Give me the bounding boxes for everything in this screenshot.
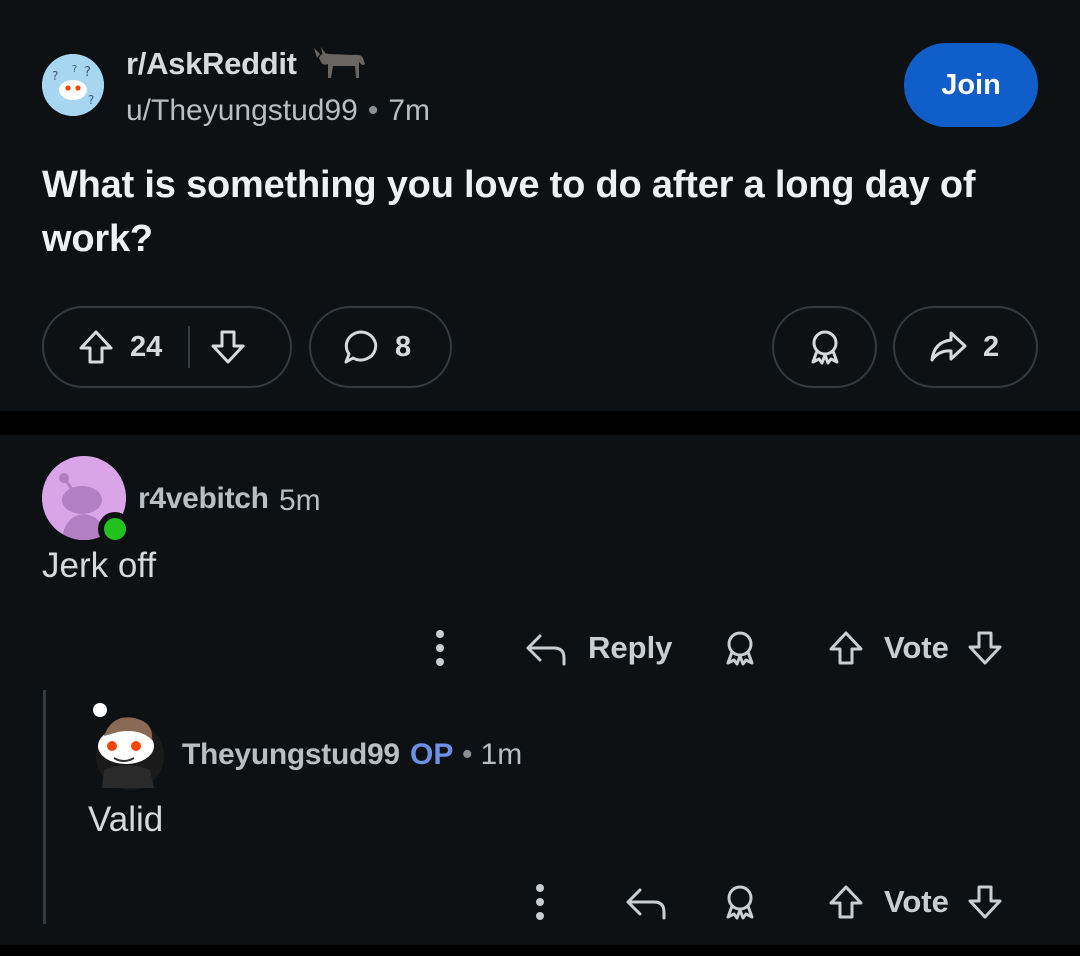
donkey-flair-icon bbox=[311, 44, 369, 82]
reply-meta: • 1m bbox=[462, 738, 522, 772]
comment-count: 8 bbox=[395, 330, 412, 363]
downvote-icon[interactable] bbox=[208, 327, 248, 367]
online-indicator-icon bbox=[98, 512, 132, 546]
downvote-icon[interactable] bbox=[965, 628, 1005, 668]
meta-separator: • bbox=[367, 94, 379, 127]
post-card: ? ? ? ? r/AskReddit u/Theyungstud99 • 7m J… bbox=[0, 0, 1080, 411]
more-options-icon[interactable] bbox=[526, 880, 554, 924]
reply-icon[interactable] bbox=[624, 882, 668, 922]
reply-actions: Vote bbox=[0, 874, 1080, 934]
svg-text:?: ? bbox=[72, 64, 77, 75]
reply-label: Reply bbox=[588, 630, 673, 665]
award-icon[interactable] bbox=[720, 628, 760, 668]
subreddit-name[interactable]: r/AskReddit bbox=[126, 46, 297, 82]
downvote-icon[interactable] bbox=[965, 882, 1005, 922]
vote-control: Vote bbox=[826, 628, 1005, 668]
bottom-divider bbox=[0, 945, 1080, 956]
comment-time: 5m bbox=[279, 484, 321, 517]
share-count: 2 bbox=[983, 330, 1000, 363]
award-button[interactable] bbox=[772, 306, 877, 388]
post-author[interactable]: u/Theyungstud99 bbox=[126, 94, 358, 127]
reply-author-avatar[interactable] bbox=[88, 700, 168, 792]
reply-icon bbox=[524, 628, 568, 668]
svg-text:?: ? bbox=[88, 93, 94, 107]
svg-text:?: ? bbox=[52, 69, 58, 83]
reply-button[interactable]: Reply bbox=[524, 628, 672, 668]
vote-pill: 24 bbox=[42, 306, 292, 388]
reply-body: Valid bbox=[88, 800, 164, 839]
vote-control: Vote bbox=[826, 882, 1005, 922]
upvote-icon[interactable] bbox=[826, 882, 866, 922]
award-icon[interactable] bbox=[720, 882, 760, 922]
comments-button[interactable]: 8 bbox=[309, 306, 452, 388]
vote-label: Vote bbox=[884, 884, 949, 919]
op-badge: OP bbox=[410, 738, 454, 771]
upvote-icon[interactable] bbox=[76, 327, 116, 367]
svg-text:?: ? bbox=[84, 65, 91, 80]
vote-label: Vote bbox=[884, 630, 949, 665]
join-button[interactable]: Join bbox=[904, 43, 1038, 127]
more-options-icon[interactable] bbox=[426, 626, 454, 670]
comment-author[interactable]: r4vebitch bbox=[138, 482, 269, 516]
meta-separator: • bbox=[462, 738, 473, 771]
upvote-icon[interactable] bbox=[826, 628, 866, 668]
comment-icon bbox=[341, 327, 381, 367]
reply-author[interactable]: Theyungstud99 bbox=[182, 738, 400, 772]
vote-divider bbox=[188, 326, 191, 368]
comment-actions: Reply Vote bbox=[0, 620, 1080, 680]
post-meta: u/Theyungstud99 • 7m bbox=[126, 94, 430, 128]
post-time: 7m bbox=[388, 94, 431, 127]
post-title[interactable]: What is something you love to do after a… bbox=[42, 158, 1042, 266]
vote-count: 24 bbox=[130, 330, 163, 363]
share-button[interactable]: 2 bbox=[893, 306, 1038, 388]
share-icon bbox=[927, 327, 969, 367]
award-icon bbox=[805, 327, 845, 367]
reply-time: 1m bbox=[480, 738, 523, 771]
comment-body: Jerk off bbox=[42, 546, 157, 585]
subreddit-avatar[interactable]: ? ? ? ? bbox=[42, 54, 104, 116]
